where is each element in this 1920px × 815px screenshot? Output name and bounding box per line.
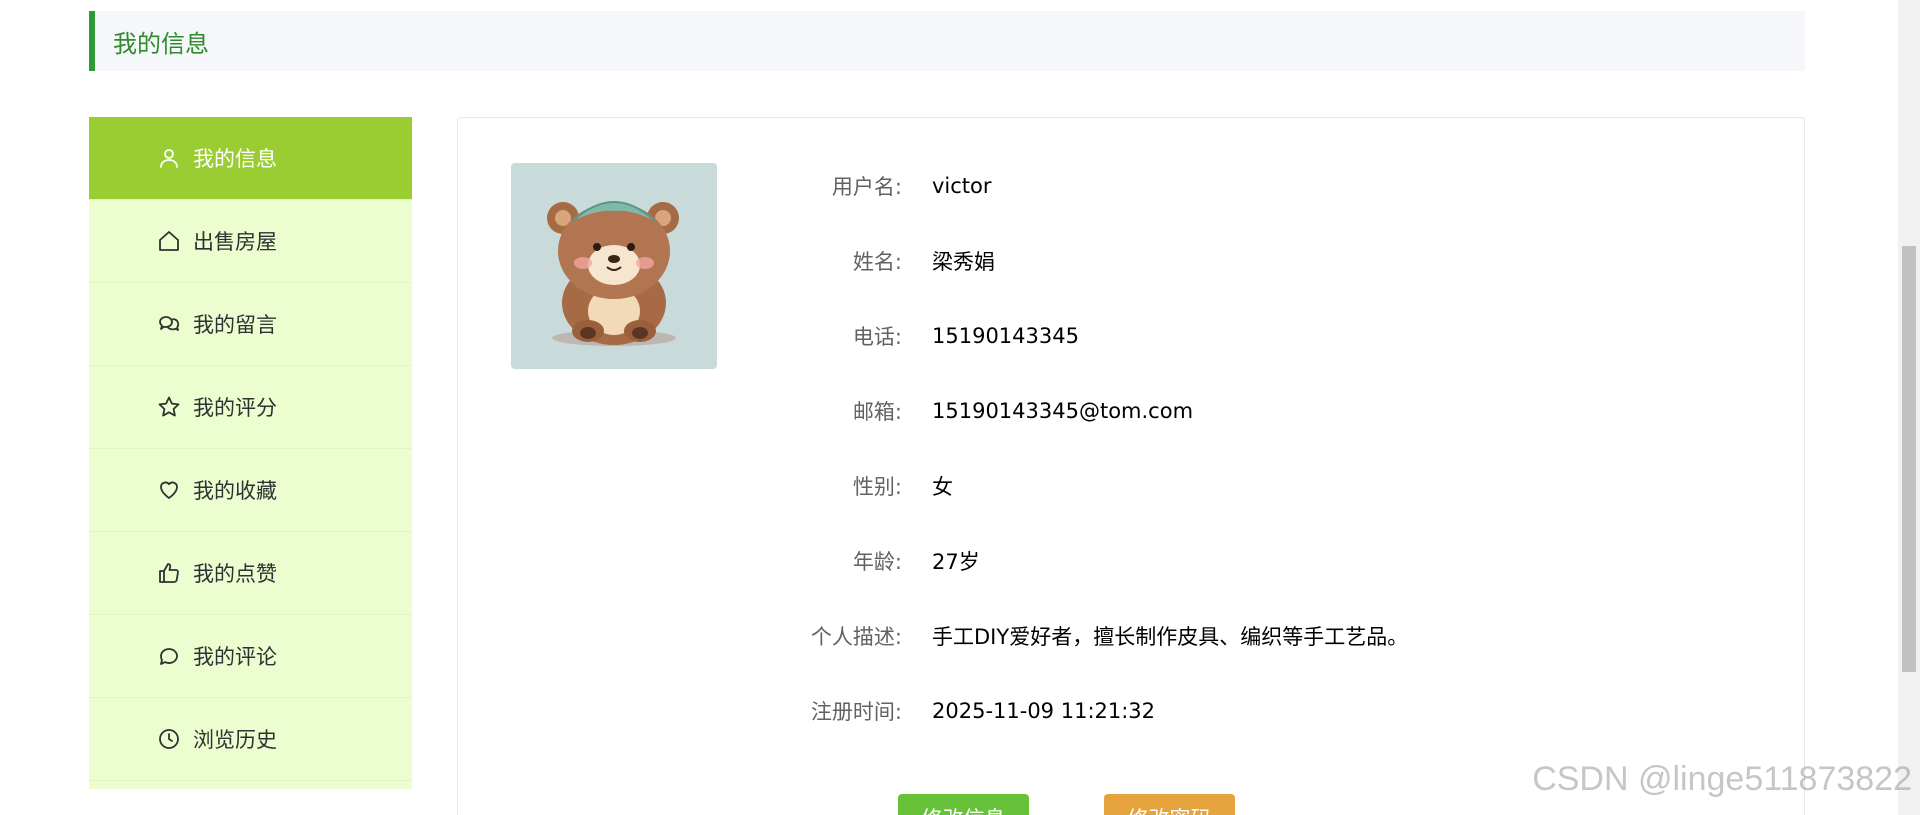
field-register-time: 注册时间: 2025-11-09 11:21:32: [758, 673, 1658, 748]
field-description: 个人描述: 手工DIY爱好者，擅长制作皮具、编织等手工艺品。: [758, 598, 1658, 673]
sidebar-item-browse-history[interactable]: 浏览历史: [89, 698, 412, 781]
sidebar-item-label: 我的评分: [193, 396, 277, 420]
sidebar-item-label: 我的评论: [193, 645, 277, 669]
page-title: 我的信息: [113, 29, 209, 58]
sidebar-item-label: 我的留言: [193, 313, 277, 337]
bear-avatar-image: [511, 163, 717, 369]
chat-icon: [156, 311, 182, 337]
field-label: 性别:: [852, 474, 902, 499]
field-label: 个人描述:: [810, 624, 902, 649]
sidebar-item-label: 出售房屋: [193, 230, 277, 254]
field-value: 15190143345@tom.com: [932, 398, 1194, 423]
sidebar-item-my-ratings[interactable]: 我的评分: [89, 366, 412, 449]
vertical-scrollbar[interactable]: [1898, 0, 1920, 815]
user-icon: [156, 145, 182, 171]
field-value: 27岁: [932, 549, 980, 574]
sidebar-item-label: 我的收藏: [193, 479, 277, 503]
field-name: 姓名: 梁秀娟: [758, 223, 1658, 298]
edit-password-button[interactable]: 修改密码: [1104, 794, 1235, 815]
sidebar-item-label: 我的信息: [193, 147, 277, 171]
profile-card: 用户名: victor 姓名: 梁秀娟 电话: 15190143345 邮箱: …: [457, 117, 1805, 815]
edit-info-button[interactable]: 修改信息: [898, 794, 1029, 815]
sidebar-item-my-comments[interactable]: 我的评论: [89, 615, 412, 698]
field-gender: 性别: 女: [758, 448, 1658, 523]
field-label: 电话:: [852, 324, 902, 349]
field-value: 15190143345: [932, 323, 1079, 348]
thumbs-up-icon: [156, 560, 182, 586]
field-label: 姓名:: [852, 249, 902, 274]
house-icon: [156, 228, 182, 254]
page: 我的信息 我的信息 出售房屋 我的留言 我的评分 我的收藏 我的点赞 我的评论 …: [0, 0, 1920, 815]
clock-icon: [156, 726, 182, 752]
heart-icon: [156, 477, 182, 503]
field-value: 梁秀娟: [932, 249, 995, 274]
profile-info: 用户名: victor 姓名: 梁秀娟 电话: 15190143345 邮箱: …: [758, 148, 1658, 748]
field-email: 邮箱: 15190143345@tom.com: [758, 373, 1658, 448]
field-label: 邮箱:: [852, 399, 902, 424]
sidebar-item-my-favorites[interactable]: 我的收藏: [89, 449, 412, 532]
field-label: 用户名:: [831, 174, 902, 199]
page-header: 我的信息: [89, 11, 1805, 71]
star-icon: [156, 394, 182, 420]
sidebar-item-my-messages[interactable]: 我的留言: [89, 283, 412, 366]
sidebar-item-label: 浏览历史: [193, 728, 277, 752]
field-phone: 电话: 15190143345: [758, 298, 1658, 373]
watermark: CSDN @linge511873822: [1532, 760, 1912, 798]
field-value: 2025-11-09 11:21:32: [932, 698, 1156, 723]
field-label: 年龄:: [852, 549, 902, 574]
field-value: victor: [932, 173, 992, 198]
field-value: 手工DIY爱好者，擅长制作皮具、编织等手工艺品。: [932, 624, 1409, 649]
sidebar-item-label: 我的点赞: [193, 562, 277, 586]
comment-icon: [156, 643, 182, 669]
sidebar-item-my-info[interactable]: 我的信息: [89, 117, 412, 200]
avatar[interactable]: [511, 163, 717, 369]
field-label: 注册时间:: [810, 699, 902, 724]
scrollbar-thumb[interactable]: [1902, 246, 1916, 672]
sidebar-item-sell-house[interactable]: 出售房屋: [89, 200, 412, 283]
field-value: 女: [932, 474, 953, 499]
field-age: 年龄: 27岁: [758, 523, 1658, 598]
sidebar-item-my-likes[interactable]: 我的点赞: [89, 532, 412, 615]
field-username: 用户名: victor: [758, 148, 1658, 223]
sidebar-menu: 我的信息 出售房屋 我的留言 我的评分 我的收藏 我的点赞 我的评论 浏览历史: [89, 117, 412, 789]
